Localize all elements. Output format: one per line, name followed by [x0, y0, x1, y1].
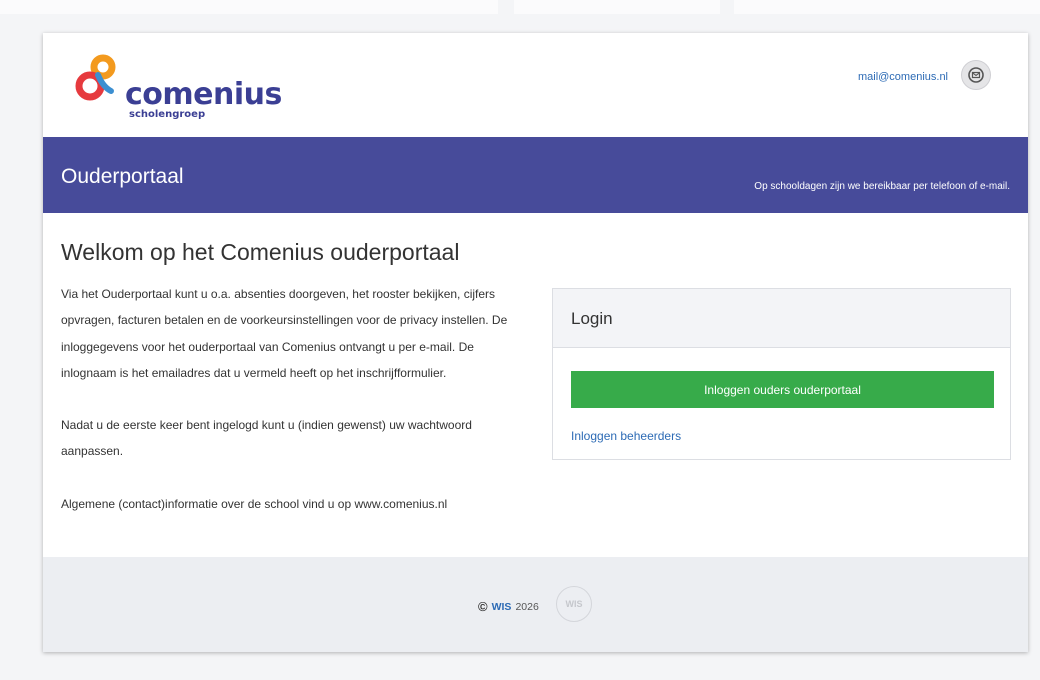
copyright-icon: ©	[478, 599, 488, 614]
envelope-icon	[968, 67, 984, 83]
mail-button[interactable]	[961, 60, 991, 90]
logo-wordmark: comenius	[125, 77, 282, 112]
logo-subtitle: scholengroep	[129, 109, 206, 120]
background-tab	[734, 0, 1040, 14]
page-title: Welkom op het Comenius ouderportaal	[61, 239, 460, 265]
footer-copyright: © WIS 2026	[478, 599, 539, 614]
site-footer: © WIS 2026 WIS	[43, 557, 1028, 652]
intro-text: Via het Ouderportaal kunt u o.a. absenti…	[61, 281, 531, 517]
banner-title: Ouderportaal	[61, 165, 184, 188]
wis-logo: WIS	[556, 586, 592, 622]
mail-link[interactable]: mail@comenius.nl	[858, 71, 948, 83]
logo-mark-icon	[75, 54, 116, 101]
intro-paragraph: Algemene (contact)informatie over de sch…	[61, 496, 448, 511]
login-panel: Login Inloggen ouders ouderportaal Inlog…	[552, 288, 1011, 460]
portal-banner: Ouderportaal Op schooldagen zijn we bere…	[43, 137, 1028, 213]
background-tab	[0, 0, 498, 14]
admin-login-link[interactable]: Inloggen beheerders	[571, 429, 681, 443]
comenius-logo[interactable]: comenius scholengroep	[69, 53, 282, 123]
site-header: comenius scholengroep mail@comenius.nl	[43, 33, 1028, 137]
wis-logo-text: WIS	[565, 599, 583, 609]
portal-card: comenius scholengroep mail@comenius.nl O…	[43, 33, 1028, 652]
login-heading: Login	[553, 289, 1010, 348]
banner-note: Op schooldagen zijn we bereikbaar per te…	[754, 181, 1010, 192]
footer-year: 2026	[515, 600, 539, 613]
background-tab	[514, 0, 720, 14]
parents-login-button[interactable]: Inloggen ouders ouderportaal	[571, 371, 994, 408]
intro-paragraph: Nadat u de eerste keer bent ingelogd kun…	[61, 418, 472, 459]
intro-paragraph: Via het Ouderportaal kunt u o.a. absenti…	[61, 287, 508, 380]
wis-link[interactable]: WIS	[492, 601, 512, 613]
